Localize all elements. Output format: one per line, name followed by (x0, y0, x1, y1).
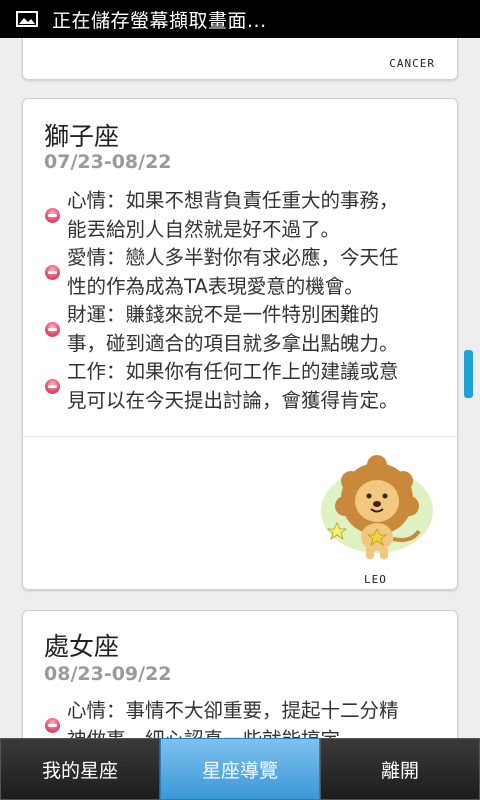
fortune-line: 心情：如果不想背負責任重大的事務， (67, 189, 399, 212)
card-divider (23, 436, 457, 437)
screenshot-image-icon (16, 11, 38, 27)
leo-caption: LEO (364, 573, 387, 586)
bullet-icon (45, 322, 60, 337)
fortune-mood: 心情：如果不想背負責任重大的事務， 能丟給別人自然就是好不過了。 (41, 187, 441, 244)
fortune-line: 愛情：戀人多半對你有求必應，今天任 (67, 246, 399, 269)
bottom-tab-bar: 我的星座 星座導覽 離開 (0, 738, 480, 800)
tab-exit[interactable]: 離開 (320, 738, 480, 800)
fortune-list: 心情：如果不想背負責任重大的事務， 能丟給別人自然就是好不過了。 愛情：戀人多半… (41, 187, 441, 415)
fortune-line: 工作：如果你有任何工作上的建議或意 (67, 360, 399, 383)
status-notification-text: 正在儲存螢幕擷取畫面... (52, 9, 267, 32)
bullet-icon (45, 208, 60, 223)
fortune-love: 愛情：戀人多半對你有求必應，今天任 性的作為成為TA表現愛意的機會。 (41, 244, 441, 301)
fortune-line: 心情：事情不大卻重要，提起十二分精 (67, 699, 399, 722)
status-bar: 正在儲存螢幕擷取畫面... (0, 0, 480, 38)
cancer-caption: CANCER (389, 57, 435, 70)
scrollbar-thumb[interactable] (464, 350, 473, 398)
cancer-image: CANCER (389, 52, 435, 71)
cancer-card: CANCER (22, 38, 458, 80)
fortune-wealth: 財運：賺錢來說不是一件特別困難的 事，碰到適合的項目就多拿出點魄力。 (41, 301, 441, 358)
sign-date-range: 07/23-08/22 (44, 151, 172, 173)
fortune-work: 工作：如果你有任何工作上的建議或意 見可以在今天提出討論，會獲得肯定。 (41, 358, 441, 415)
horoscope-list[interactable]: CANCER 獅子座 07/23-08/22 心情：如果不想背負責任重大的事務，… (0, 38, 480, 738)
leo-card[interactable]: 獅子座 07/23-08/22 心情：如果不想背負責任重大的事務， 能丟給別人自… (22, 98, 458, 590)
fortune-line: 能丟給別人自然就是好不過了。 (67, 217, 341, 241)
fortune-line: 神做事，細心認真一些就能搞定 (67, 726, 441, 739)
fortune-line: 事，碰到適合的項目就多拿出點魄力。 (67, 331, 399, 355)
bullet-icon (45, 379, 60, 394)
tab-sign-guide[interactable]: 星座導覽 (160, 738, 320, 800)
fortune-line: 財運：賺錢來說不是一件特別困難的 (67, 303, 380, 326)
sign-title: 獅子座 (44, 122, 120, 151)
leo-lion-icon (321, 455, 433, 559)
tab-my-sign[interactable]: 我的星座 (0, 738, 160, 800)
sign-date-range: 08/23-09/22 (44, 663, 172, 685)
fortune-mood: 心情：事情不大卻重要，提起十二分精 神做事，細心認真一些就能搞定 (41, 697, 441, 738)
bullet-icon (45, 718, 60, 733)
bullet-icon (45, 265, 60, 280)
fortune-line: 見可以在今天提出討論，會獲得肯定。 (67, 388, 399, 412)
fortune-line: 性的作為成為TA表現愛意的機會。 (67, 274, 364, 298)
fortune-list: 心情：事情不大卻重要，提起十二分精 神做事，細心認真一些就能搞定 (41, 697, 441, 738)
sign-title: 處女座 (44, 632, 120, 661)
virgo-card[interactable]: 處女座 08/23-09/22 心情：事情不大卻重要，提起十二分精 神做事，細心… (22, 610, 458, 738)
